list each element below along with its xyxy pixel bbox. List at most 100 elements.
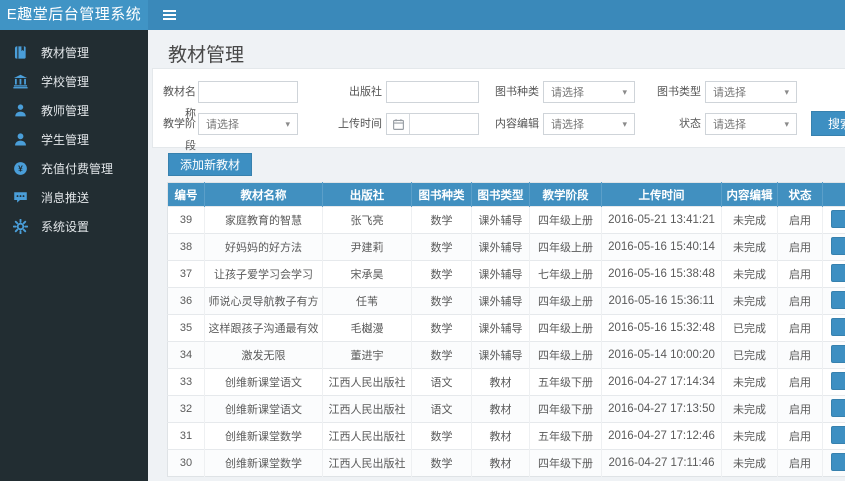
cell: 已完成 [721,341,778,369]
column-header: 上传时间 [601,182,722,207]
cell: 2016-04-27 17:11:46 [601,449,722,477]
filter-panel: 教材名称 出版社 图书种类 请选择 ▾ 图书类型 请选择 ▾ 教学阶段 请选择 ▾ 上传时间 内容编辑请… [152,68,845,152]
cell: 七年级上册 [529,260,602,288]
sidebar-item-label: 学生管理 [41,133,90,147]
table-row: 36 师说心灵导航教子有方 任苇 数学 课外辅导 四年级上册 2016-05-16 15:3… [167,287,845,315]
row-action-button[interactable] [831,263,845,282]
filter-select-status[interactable]: 请选择 ▾ [705,113,797,135]
cell: 2016-05-21 13:41:21 [601,206,722,234]
cell: 2016-05-16 15:40:14 [601,233,722,261]
cell: 激发无限 [204,341,323,369]
cell: 启用 [777,233,823,261]
cell: 2016-05-14 10:00:20 [601,341,722,369]
search-button[interactable]: 搜索 [811,111,845,136]
cell: 四年级上册 [529,233,602,261]
filter-select-book-type[interactable]: 请选择 ▾ [705,81,797,103]
cell: 未完成 [721,368,778,396]
cell: 2016-05-16 15:32:48 [601,314,722,342]
filter-label-status: 状态 [679,118,701,130]
actions-cell [822,422,845,450]
cell: 四年级上册 [529,206,602,234]
cell: 创维新课堂数学 [204,449,323,477]
column-header: 教材名称 [204,182,323,207]
cell: 让孩子爱学习会学习 [204,260,323,288]
cell: 四年级上册 [529,287,602,315]
cell: 未完成 [721,206,778,234]
actions-cell [822,368,845,396]
sidebar-item-label: 充值付费管理 [41,162,114,176]
sidebar-item-label: 教师管理 [41,104,90,118]
cell: 未完成 [721,395,778,423]
cell: 毛樾漫 [322,314,412,342]
cell: 创维新课堂数学 [204,422,323,450]
add-textbook-button[interactable]: 添加新教材 [168,153,253,176]
cell: 32 [167,395,205,423]
top-bar: E趣堂后台管理系统 [0,0,845,30]
row-action-button[interactable] [831,236,845,255]
actions-cell [822,233,845,261]
cell: 江西人民出版社 [322,449,412,477]
cell: 张飞亮 [322,206,412,234]
bank-icon [13,74,28,89]
cell: 39 [167,206,205,234]
cell: 江西人民出版社 [322,422,412,450]
cell: 31 [167,422,205,450]
sidebar-item-label: 学校管理 [41,75,90,89]
cell: 已完成 [721,314,778,342]
column-header: 内容编辑 [721,182,778,207]
row-action-button[interactable] [831,371,845,390]
cell: 未完成 [721,449,778,477]
sidebar-item-payment-management[interactable]: ¥ 充值付费管理 [0,154,148,183]
table-row: 38 好妈妈的好方法 尹建莉 数学 课外辅导 四年级上册 2016-05-16 15:40:… [167,233,845,261]
column-header: 图书种类 [411,182,472,207]
column-header: 图书类型 [471,182,530,207]
sidebar-item-school-management[interactable]: 学校管理 [0,67,148,96]
sidebar-item-label: 教材管理 [41,46,90,60]
sidebar-item-textbook-management[interactable]: 教材管理 [0,38,148,67]
cell: 数学 [411,206,472,234]
cell: 数学 [411,449,472,477]
cell: 启用 [777,287,823,315]
row-action-button[interactable] [831,398,845,417]
cell: 数学 [411,341,472,369]
row-action-button[interactable] [831,452,845,471]
table-row: 37 让孩子爱学习会学习 宋承昊 数学 课外辅导 七年级上册 2016-05-16 15:3… [167,260,845,288]
sidebar-item-message-push[interactable]: 消息推送 [0,183,148,212]
sidebar-item-student-management[interactable]: 学生管理 [0,125,148,154]
hamburger-icon[interactable] [148,0,190,30]
cell: 四年级上册 [529,341,602,369]
column-header: 编号 [167,182,205,207]
cell: 34 [167,341,205,369]
cell: 教材 [471,422,530,450]
cell: 这样跟孩子沟通最有效 [204,314,323,342]
cell: 数学 [411,233,472,261]
row-action-button[interactable] [831,209,845,228]
row-action-button[interactable] [831,344,845,363]
sidebar-item-label: 消息推送 [41,191,90,205]
cell: 启用 [777,449,823,477]
sidebar-item-teacher-management[interactable]: 教师管理 [0,96,148,125]
row-action-button[interactable] [831,290,845,309]
cell: 数学 [411,287,472,315]
cell: 未完成 [721,422,778,450]
cell: 语文 [411,395,472,423]
column-header: 出版社 [322,182,412,207]
cell: 家庭教育的智慧 [204,206,323,234]
cell: 2016-04-27 17:14:34 [601,368,722,396]
cell: 师说心灵导航教子有方 [204,287,323,315]
filter-label-book-type: 图书类型 [657,86,701,98]
navbar [148,0,845,30]
page-title: 教材管理 [168,45,245,66]
table-row: 31 创维新课堂数学 江西人民出版社 数学 教材 五年级下册 2016-04-27 17:1… [167,422,845,450]
row-action-button[interactable] [831,317,845,336]
cell: 启用 [777,422,823,450]
row-action-button[interactable] [831,425,845,444]
sidebar-item-system-settings[interactable]: 系统设置 [0,212,148,241]
cell: 江西人民出版社 [322,395,412,423]
gear-icon [13,219,28,234]
cell: 董进宇 [322,341,412,369]
chevron-down-icon: ▾ [784,118,789,129]
cell: 35 [167,314,205,342]
cell: 2016-05-16 15:38:48 [601,260,722,288]
cell: 启用 [777,314,823,342]
